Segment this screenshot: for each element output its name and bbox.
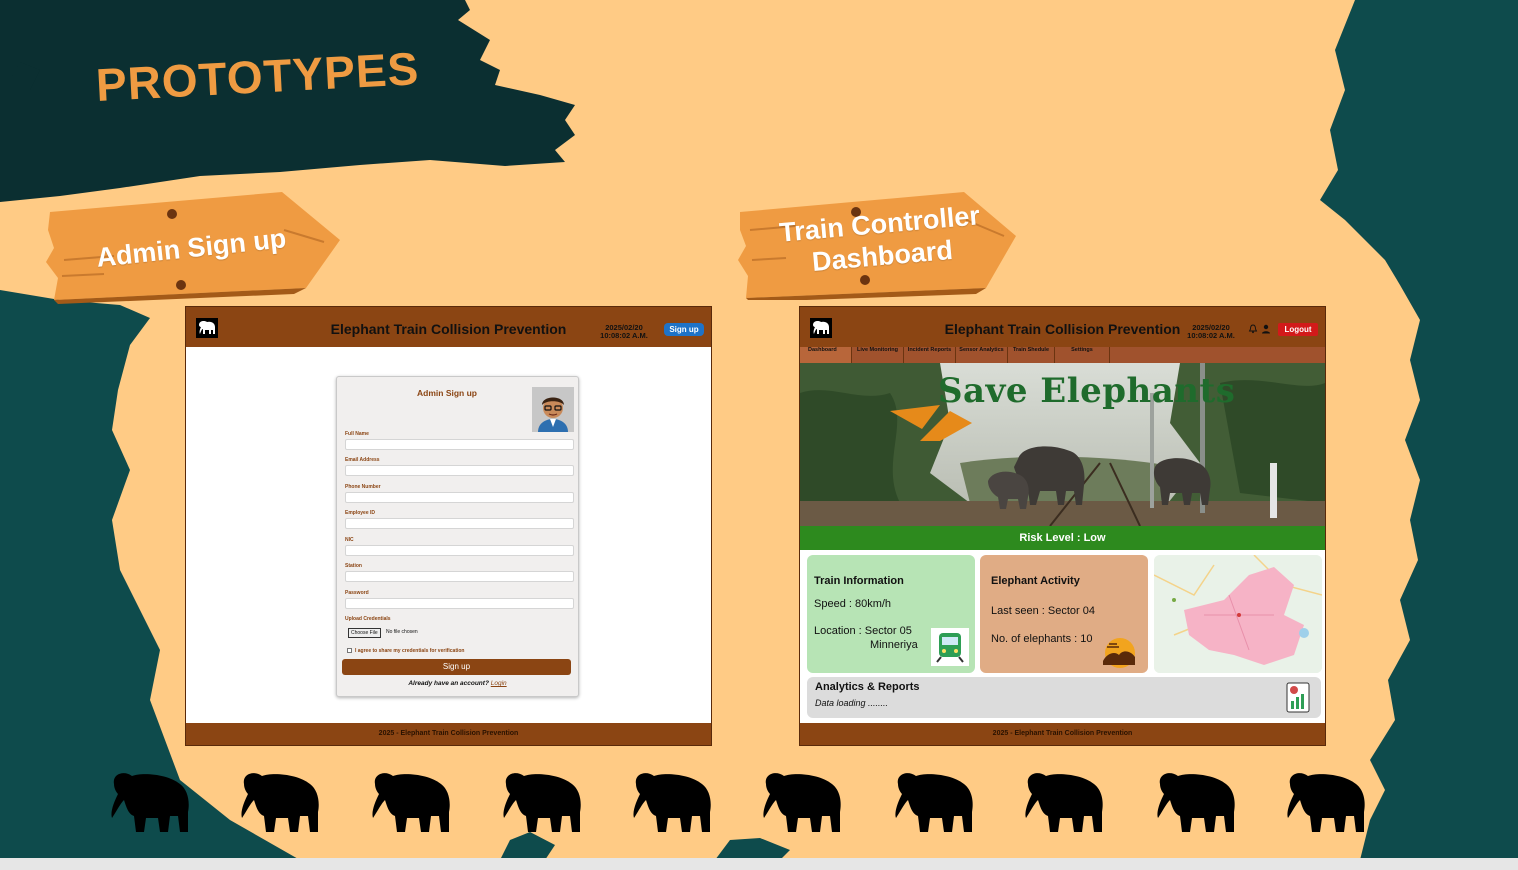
form-title: Admin Sign up bbox=[417, 388, 477, 398]
location-map[interactable] bbox=[1154, 555, 1322, 673]
file-status: No file chosen bbox=[386, 629, 418, 635]
label-password: Password bbox=[345, 590, 369, 596]
avatar-icon bbox=[532, 387, 574, 432]
analytics-status: Data loading ........ bbox=[815, 698, 889, 708]
app-header: Elephant Train Collision Prevention 2025… bbox=[800, 307, 1325, 347]
elephant-sunset-icon bbox=[1103, 638, 1135, 668]
bell-icon[interactable] bbox=[1248, 324, 1258, 334]
header-datetime: 2025/02/20 10:08:02 A.M. bbox=[1186, 324, 1236, 340]
train-icon bbox=[931, 628, 969, 666]
signup-screen: Elephant Train Collision Prevention 2025… bbox=[185, 306, 712, 746]
label-station: Station bbox=[345, 563, 362, 569]
tab-settings[interactable]: Settings bbox=[1055, 347, 1110, 363]
header-signup-button[interactable]: Sign up bbox=[664, 323, 704, 336]
label-phone: Phone Number bbox=[345, 484, 381, 490]
label-nic: NIC bbox=[345, 537, 354, 543]
label-full-name: Full Name bbox=[345, 431, 369, 437]
train-speed: Speed : 80km/h bbox=[814, 598, 892, 610]
input-phone[interactable] bbox=[345, 492, 574, 503]
input-nic[interactable] bbox=[345, 545, 574, 556]
header-datetime: 2025/02/20 10:08:02 A.M. bbox=[599, 324, 649, 340]
app-footer: 2025 - Elephant Train Collision Preventi… bbox=[800, 723, 1325, 745]
input-employee-id[interactable] bbox=[345, 518, 574, 529]
elephant-activity-card: Elephant Activity Last seen : Sector 04 … bbox=[980, 555, 1148, 673]
signup-form: Admin Sign up Full Name Email Address Ph… bbox=[336, 376, 579, 697]
map-icon bbox=[1154, 555, 1322, 673]
login-prompt-text: Already have an account? bbox=[408, 680, 489, 687]
input-full-name[interactable] bbox=[345, 439, 574, 450]
app-header: Elephant Train Collision Prevention 2025… bbox=[186, 307, 711, 347]
hero-title: Save Elephants bbox=[938, 371, 1236, 411]
dashboard-screen: Elephant Train Collision Prevention 2025… bbox=[799, 306, 1326, 746]
agree-label: I agree to share my credentials for veri… bbox=[355, 648, 465, 654]
hero-banner: Save Elephants bbox=[800, 363, 1325, 526]
header-time: 10:08:02 A.M. bbox=[1187, 330, 1235, 340]
report-chart-icon bbox=[1286, 682, 1310, 713]
train-location-name: Minneriya bbox=[870, 639, 918, 651]
submit-signup-button[interactable]: Sign up bbox=[342, 659, 571, 675]
agree-checkbox[interactable] bbox=[347, 648, 352, 653]
tab-incident-reports[interactable]: Incident Reports bbox=[904, 347, 956, 363]
tab-train-schedule[interactable]: Train Shedule bbox=[1008, 347, 1055, 363]
label-employee-id: Employee ID bbox=[345, 510, 376, 516]
label-upload: Upload Credentials bbox=[345, 616, 391, 622]
train-location: Location : Sector 05 bbox=[814, 625, 912, 637]
sign-admin-signup: Admin Sign up bbox=[44, 190, 344, 305]
input-password[interactable] bbox=[345, 598, 574, 609]
tab-sensor-analytics[interactable]: Sensor Analytics bbox=[956, 347, 1008, 363]
analytics-panel[interactable]: Analytics & Reports Data loading .......… bbox=[807, 677, 1321, 718]
app-title: Elephant Train Collision Prevention bbox=[944, 321, 1181, 337]
tab-live-monitoring[interactable]: Live Monitoring bbox=[852, 347, 904, 363]
choose-file-button[interactable]: Choose File bbox=[348, 628, 381, 638]
bottom-strip bbox=[0, 858, 1518, 870]
login-link[interactable]: Login bbox=[491, 680, 507, 687]
login-prompt: Already have an account? Login bbox=[337, 680, 578, 687]
label-email: Email Address bbox=[345, 457, 380, 463]
sign-train-controller: Train Controller Dashboard bbox=[736, 190, 1018, 300]
main-nav: Dashboard Live Monitoring Incident Repor… bbox=[800, 347, 1325, 363]
elephant-count: No. of elephants : 10 bbox=[991, 633, 1093, 645]
app-footer: 2025 - Elephant Train Collision Preventi… bbox=[186, 723, 711, 745]
train-info-card: Train Information Speed : 80km/h Locatio… bbox=[807, 555, 975, 673]
header-time: 10:08:02 A.M. bbox=[600, 330, 648, 340]
analytics-title: Analytics & Reports bbox=[815, 681, 920, 693]
train-info-title: Train Information bbox=[814, 575, 904, 587]
elephant-activity-title: Elephant Activity bbox=[991, 575, 1080, 587]
input-station[interactable] bbox=[345, 571, 574, 582]
risk-level-banner: Risk Level : Low bbox=[800, 526, 1325, 550]
user-icon[interactable] bbox=[1261, 324, 1271, 334]
elephant-last-seen: Last seen : Sector 04 bbox=[991, 605, 1095, 617]
tab-dashboard[interactable]: Dashboard bbox=[800, 347, 852, 363]
logout-button[interactable]: Logout bbox=[1278, 323, 1318, 336]
input-email[interactable] bbox=[345, 465, 574, 476]
